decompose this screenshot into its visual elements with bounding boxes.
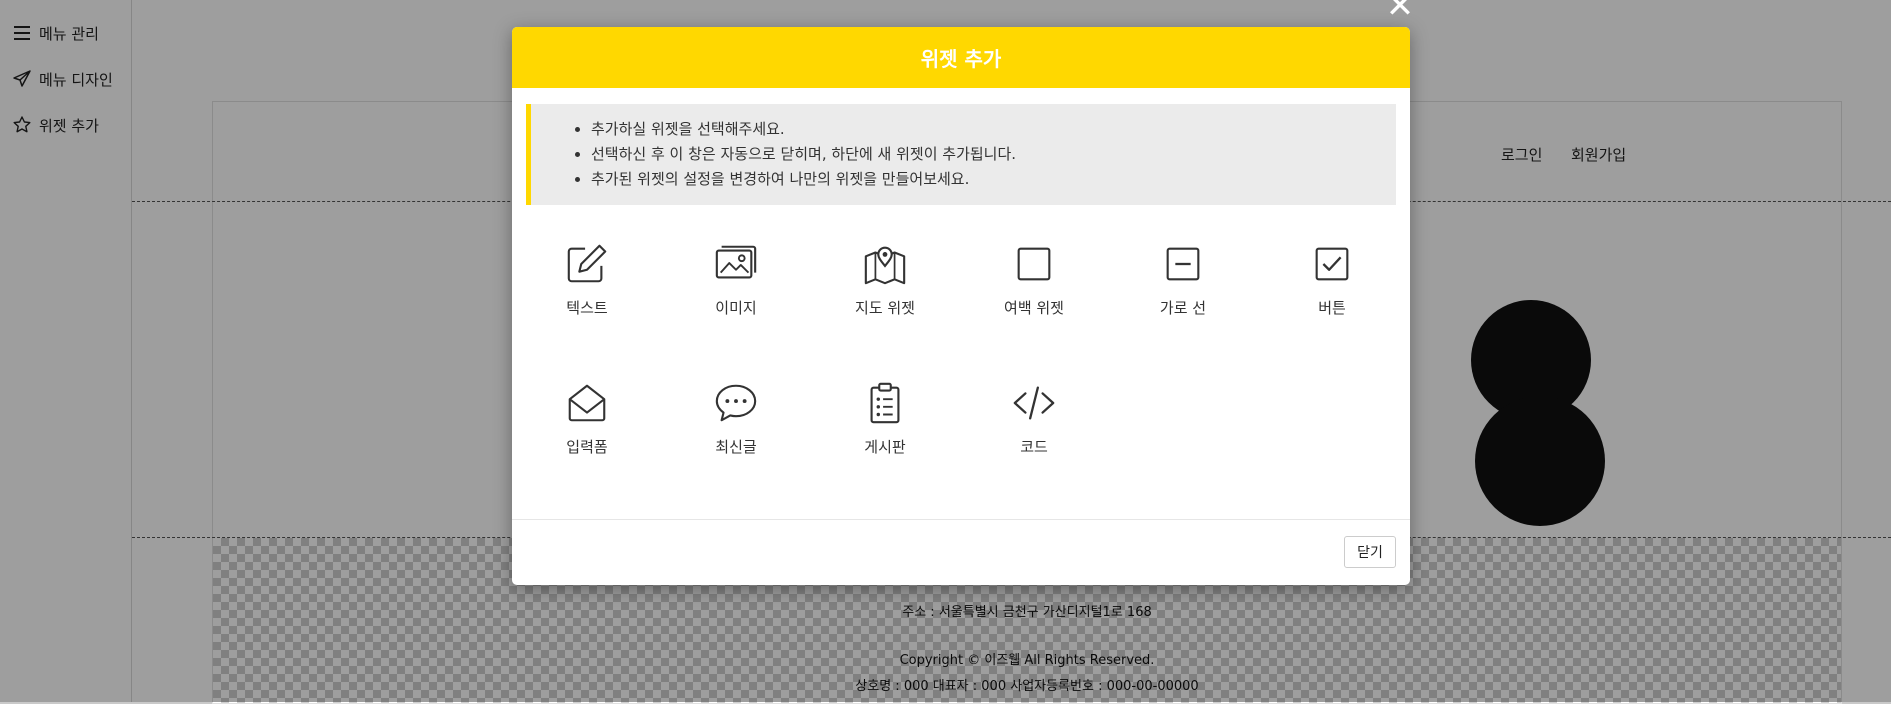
widget-map[interactable]: 지도 위젯: [810, 241, 960, 341]
pencil-edit-icon: [567, 244, 607, 283]
clipboard-list-icon: [870, 382, 900, 424]
modal-footer: 닫기: [512, 519, 1410, 585]
chat-bubble-icon: [715, 384, 757, 422]
code-icon: [1013, 386, 1055, 420]
widget-label: 가로 선: [1159, 299, 1207, 317]
minus-square-icon: [1166, 247, 1200, 281]
modal-close-icon[interactable]: ✕: [1384, 0, 1416, 23]
widget-code[interactable]: 코드: [959, 380, 1109, 480]
widget-label: 코드: [1020, 438, 1048, 456]
widget-grid: 텍스트 이미지 지도 위젯 여백 위젯 가로 선 버튼 입력폼 최신글 게시판 …: [512, 205, 1410, 515]
widget-label: 게시판: [864, 438, 906, 456]
widget-label: 지도 위젯: [855, 299, 915, 317]
close-button[interactable]: 닫기: [1344, 536, 1396, 568]
widget-label: 버튼: [1318, 299, 1346, 317]
empty-square-icon: [1017, 247, 1051, 281]
images-icon: [715, 245, 757, 279]
widget-label: 여백 위젯: [1004, 299, 1064, 317]
widget-form[interactable]: 입력폼: [512, 380, 662, 480]
modal-notice: 추가하실 위젯을 선택해주세요. 선택하신 후 이 창은 자동으로 닫히며, 하…: [526, 104, 1396, 205]
modal-title: 위젯 추가: [512, 27, 1410, 88]
widget-board[interactable]: 게시판: [810, 380, 960, 480]
widget-image[interactable]: 이미지: [661, 241, 811, 341]
widget-horizontal-line[interactable]: 가로 선: [1108, 241, 1258, 341]
map-pin-icon: [864, 246, 906, 285]
notice-item: 선택하신 후 이 창은 자동으로 닫히며, 하단에 새 위젯이 추가됩니다.: [591, 142, 1376, 167]
widget-button[interactable]: 버튼: [1257, 241, 1407, 341]
notice-item: 추가하실 위젯을 선택해주세요.: [591, 117, 1376, 142]
add-widget-modal: 위젯 추가 추가하실 위젯을 선택해주세요. 선택하신 후 이 창은 자동으로 …: [512, 27, 1410, 585]
widget-text[interactable]: 텍스트: [512, 241, 662, 341]
widget-label: 이미지: [715, 299, 757, 317]
widget-label: 입력폼: [566, 438, 608, 456]
widget-spacer[interactable]: 여백 위젯: [959, 241, 1109, 341]
widget-label: 최신글: [715, 438, 757, 456]
widget-latest-posts[interactable]: 최신글: [661, 380, 811, 480]
widget-label: 텍스트: [566, 299, 608, 317]
check-square-icon: [1315, 247, 1349, 281]
notice-item: 추가된 위젯의 설정을 변경하여 나만의 위젯을 만들어보세요.: [591, 167, 1376, 192]
envelope-open-icon: [568, 384, 606, 422]
